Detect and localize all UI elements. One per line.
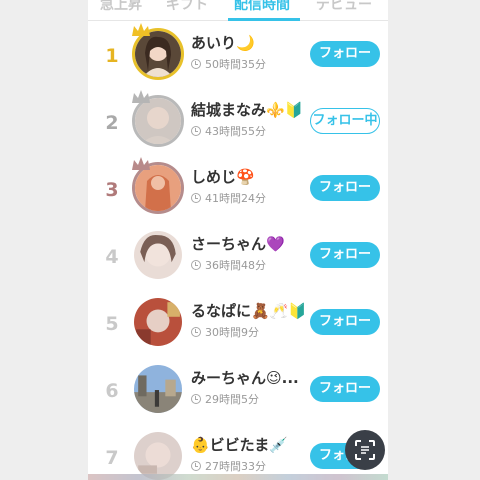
- ranking-row[interactable]: 2 結城まなみ⚜️🔰 43時間55分 フォロー中: [88, 90, 388, 160]
- stream-time: 30時間9分: [191, 324, 259, 340]
- ranking-row[interactable]: 7 👶ビビたま💉 27時間33分 フォロー: [88, 427, 388, 480]
- clock-icon: [191, 59, 201, 69]
- clock-icon: [191, 193, 201, 203]
- stream-time-value: 41時間24分: [205, 192, 266, 205]
- left-background: [0, 0, 88, 480]
- crown-icon: [132, 23, 150, 36]
- active-tab-indicator: [228, 18, 300, 21]
- stream-time-value: 27時間33分: [205, 460, 266, 473]
- right-background: [388, 0, 480, 480]
- user-name: さーちゃん💜: [191, 235, 285, 253]
- crown-icon: [132, 90, 150, 103]
- user-name: しめじ🍄: [191, 168, 255, 186]
- ranking-tabs: 急上昇 ギフト 配信時間 デビュー: [88, 0, 388, 21]
- avatar[interactable]: [134, 298, 182, 346]
- stream-time-value: 30時間9分: [205, 326, 259, 339]
- stream-time: 50時間35分: [191, 56, 266, 72]
- avatar[interactable]: [134, 231, 182, 279]
- scan-button[interactable]: [345, 430, 385, 470]
- rank-number: 5: [105, 313, 119, 335]
- tab-debut[interactable]: デビュー: [316, 0, 372, 14]
- clock-icon: [191, 260, 201, 270]
- ranking-screen: 急上昇 ギフト 配信時間 デビュー 1 あいり🌙 50時間35分 フォロー 2 …: [88, 0, 388, 480]
- tab-stream-time[interactable]: 配信時間: [234, 0, 290, 14]
- avatar[interactable]: [134, 365, 182, 413]
- clock-icon: [191, 126, 201, 136]
- user-name: あいり🌙: [191, 34, 255, 52]
- rank-number: 6: [105, 380, 119, 402]
- stream-time: 41時間24分: [191, 190, 266, 206]
- follow-button[interactable]: フォロー: [310, 175, 380, 201]
- follow-button[interactable]: フォロー: [310, 242, 380, 268]
- user-name: みーちゃん😉...: [191, 369, 299, 387]
- stream-time-value: 29時間5分: [205, 393, 259, 406]
- user-name: 結城まなみ⚜️🔰: [191, 101, 304, 119]
- rank-number: 3: [105, 179, 119, 201]
- ranking-row[interactable]: 5 るなぱに🧸🥂🔰 30時間9分 フォロー: [88, 293, 388, 361]
- user-name: 👶ビビたま💉: [191, 436, 288, 454]
- follow-button[interactable]: フォロー: [310, 41, 380, 67]
- stream-time: 43時間55分: [191, 123, 266, 139]
- stream-time-value: 36時間48分: [205, 259, 266, 272]
- crown-icon: [132, 157, 150, 170]
- ranking-row[interactable]: 6 みーちゃん😉... 29時間5分 フォロー: [88, 360, 388, 428]
- clock-icon: [191, 461, 201, 471]
- stream-time: 29時間5分: [191, 391, 259, 407]
- stream-time-value: 50時間35分: [205, 58, 266, 71]
- stream-time: 36時間48分: [191, 257, 266, 273]
- user-name: るなぱに🧸🥂🔰: [191, 302, 308, 320]
- ranking-row[interactable]: 1 あいり🌙 50時間35分 フォロー: [88, 23, 388, 93]
- rank-number: 4: [105, 246, 119, 268]
- ranking-row[interactable]: 4 さーちゃん💜 36時間48分 フォロー: [88, 226, 388, 294]
- tab-rising[interactable]: 急上昇: [100, 0, 142, 14]
- rank-number: 2: [105, 112, 119, 134]
- scan-icon: [355, 440, 375, 460]
- rank-number: 1: [105, 45, 119, 67]
- bottom-thumbnail-strip: [88, 474, 388, 480]
- following-button[interactable]: フォロー中: [310, 108, 380, 134]
- stream-time: 27時間33分: [191, 458, 266, 474]
- stream-time-value: 43時間55分: [205, 125, 266, 138]
- rank-number: 7: [105, 447, 119, 469]
- follow-button[interactable]: フォロー: [310, 376, 380, 402]
- clock-icon: [191, 394, 201, 404]
- follow-button[interactable]: フォロー: [310, 309, 380, 335]
- clock-icon: [191, 327, 201, 337]
- tab-gift[interactable]: ギフト: [166, 0, 208, 14]
- ranking-row[interactable]: 3 しめじ🍄 41時間24分 フォロー: [88, 157, 388, 227]
- avatar[interactable]: [134, 432, 182, 480]
